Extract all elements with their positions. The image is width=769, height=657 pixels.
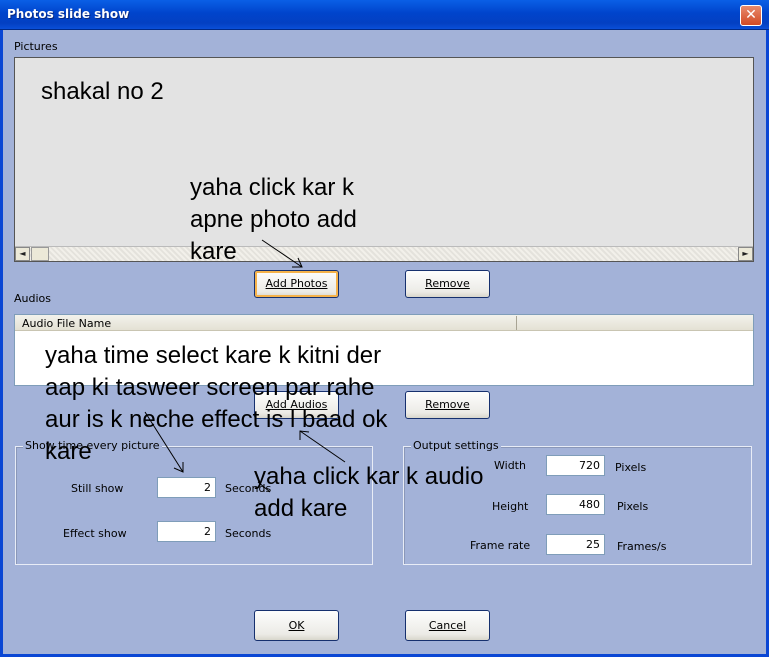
show-time-group-title: Show time every picture bbox=[23, 439, 162, 452]
width-input[interactable]: 720 bbox=[546, 455, 605, 476]
annotation-time-line-1: yaha time select kare k kitni der bbox=[45, 342, 382, 369]
window-frame-left bbox=[0, 30, 3, 657]
annotation-time-line-4: kare bbox=[45, 438, 92, 465]
still-show-label: Still show bbox=[71, 482, 124, 495]
height-label: Height bbox=[492, 500, 529, 513]
annotation-photo-line-2: apne photo add bbox=[190, 206, 357, 233]
remove-photos-button[interactable]: Remove bbox=[405, 270, 490, 298]
ok-button[interactable]: OK bbox=[254, 610, 339, 641]
column-separator[interactable] bbox=[516, 316, 517, 330]
close-button[interactable]: ✕ bbox=[740, 5, 762, 26]
close-icon: ✕ bbox=[745, 7, 757, 23]
scroll-right-icon[interactable]: ► bbox=[738, 247, 753, 261]
width-label: Width bbox=[494, 459, 526, 472]
annotation-time-line-3: aur is k neche effect is l baad ok bbox=[45, 406, 388, 433]
frame-rate-unit: Frames/s bbox=[617, 540, 667, 553]
frame-rate-label: Frame rate bbox=[470, 539, 531, 552]
annotation-photo-line-3: kare bbox=[190, 238, 237, 265]
pictures-label: Pictures bbox=[14, 40, 58, 53]
add-photos-button[interactable]: Add Photos bbox=[254, 270, 339, 298]
still-show-input[interactable]: 2 bbox=[157, 477, 216, 498]
effect-show-unit: Seconds bbox=[225, 527, 272, 540]
pictures-horizontal-scrollbar[interactable]: ◄ ► bbox=[15, 246, 753, 261]
height-unit: Pixels bbox=[617, 500, 649, 513]
annotation-audio-line-1: yaha click kar k audio bbox=[254, 463, 484, 490]
scroll-left-icon[interactable]: ◄ bbox=[15, 247, 30, 261]
annotation-photo-line-1: yaha click kar k bbox=[190, 174, 355, 201]
annotation-audio-line-2: add kare bbox=[254, 495, 348, 522]
output-settings-group-title: Output settings bbox=[411, 439, 501, 452]
height-input[interactable]: 480 bbox=[546, 494, 605, 515]
window-title: Photos slide show bbox=[7, 7, 130, 21]
annotation-time-line-2: aap ki tasweer screen par rahe bbox=[45, 374, 375, 401]
title-bar: Photos slide show ✕ bbox=[0, 0, 769, 30]
effect-show-input[interactable]: 2 bbox=[157, 521, 216, 542]
frame-rate-input[interactable]: 25 bbox=[546, 534, 605, 555]
audios-list-header: Audio File Name bbox=[15, 315, 753, 331]
scroll-thumb[interactable] bbox=[31, 247, 49, 261]
cancel-button[interactable]: Cancel bbox=[405, 610, 490, 641]
audios-label: Audios bbox=[14, 292, 51, 305]
column-audio-file-name[interactable]: Audio File Name bbox=[22, 317, 111, 330]
annotation-shakal: shakal no 2 bbox=[41, 78, 164, 105]
remove-audios-button[interactable]: Remove bbox=[405, 391, 490, 419]
width-unit: Pixels bbox=[615, 461, 647, 474]
effect-show-label: Effect show bbox=[63, 527, 127, 540]
